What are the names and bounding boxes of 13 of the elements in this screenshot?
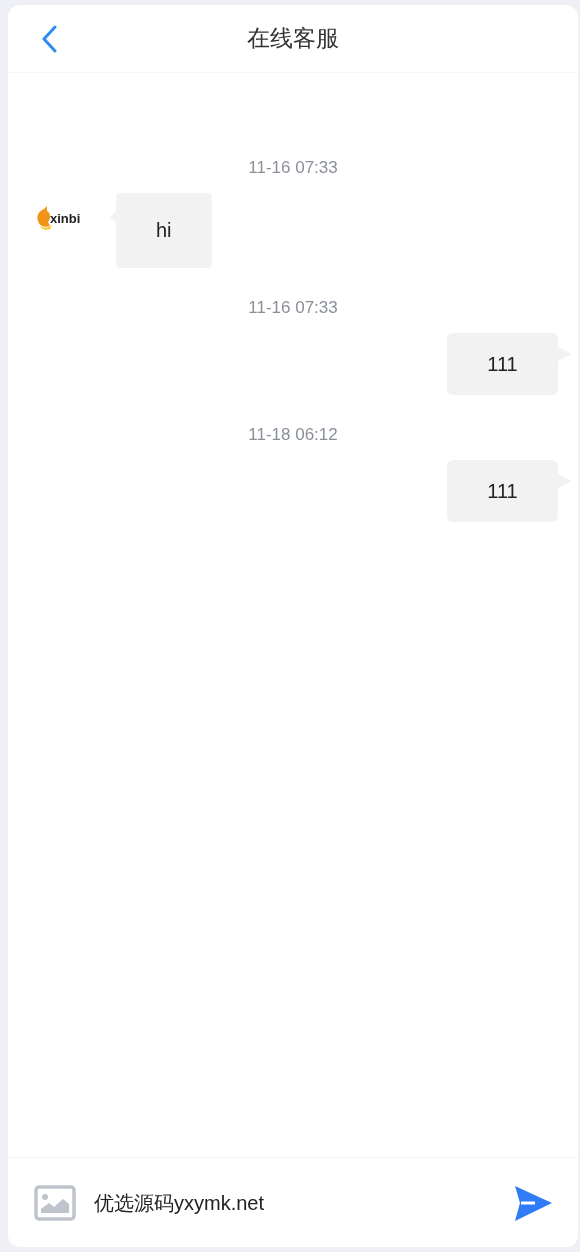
timestamp: 11-16 07:33 [248, 298, 338, 318]
back-icon [41, 24, 57, 53]
message-bubble: hi [116, 193, 212, 268]
image-icon [34, 1184, 76, 1221]
fox-icon [36, 206, 52, 230]
page-title: 在线客服 [247, 24, 339, 54]
logo-text: xinbi [50, 211, 81, 225]
timestamp: 11-18 06:12 [248, 425, 338, 445]
image-button[interactable] [34, 1184, 76, 1221]
timestamp: 11-16 07:33 [248, 158, 338, 178]
message-bubble: 111 [447, 460, 558, 522]
message-input[interactable]: 优选源码yxymk.net [94, 1187, 494, 1218]
message-bubble: 111 [447, 333, 558, 395]
